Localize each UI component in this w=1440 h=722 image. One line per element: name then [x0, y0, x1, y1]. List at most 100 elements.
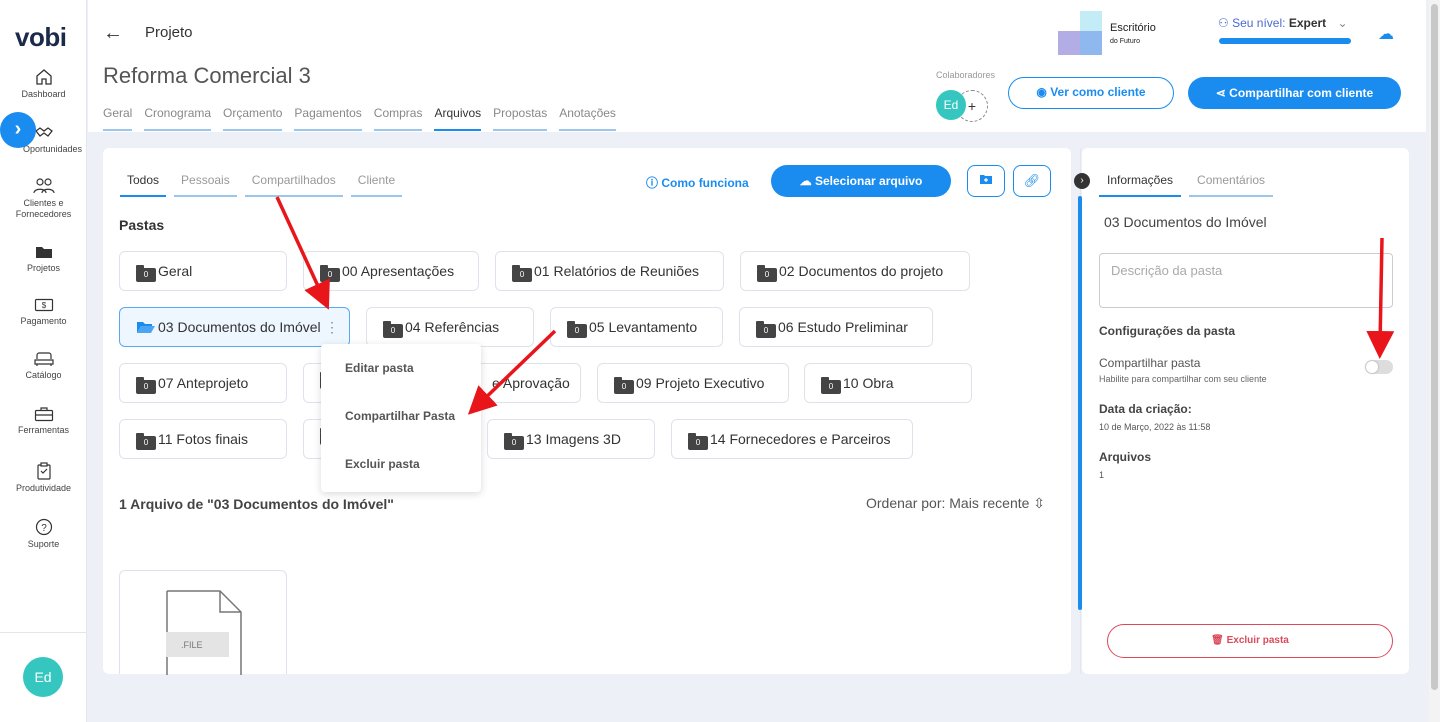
folder-item[interactable]: 0 11 Fotos finais [119, 419, 287, 459]
folder-item[interactable]: 0 06 Estudo Preliminar [739, 307, 933, 347]
toolbox-icon [34, 407, 53, 422]
user-level[interactable]: ⚇ Seu nível: Expert ⌄ [1218, 16, 1348, 30]
share-folder-toggle[interactable] [1365, 360, 1393, 374]
folder-settings-title: Configurações da pasta [1099, 324, 1236, 338]
link-button[interactable]: 🔗︎ [1013, 165, 1051, 197]
folder-name: 09 Projeto Executivo [636, 375, 765, 391]
folder-item[interactable]: 0 Geral [119, 251, 287, 291]
project-tabs: Geral Cronograma Orçamento Pagamentos Co… [103, 106, 628, 131]
more-options-icon[interactable]: ⋮ [325, 308, 339, 346]
folder-item[interactable]: 0 14 Fornecedores e Parceiros [671, 419, 913, 459]
folder-count-icon: 0 [512, 265, 532, 282]
folder-item[interactable]: 0 10 Obra [804, 363, 972, 403]
sort-label: Ordenar por: Mais recente [866, 495, 1030, 511]
new-folder-button[interactable] [967, 165, 1005, 197]
folder-icon [35, 247, 52, 258]
folder-context-menu: Editar pasta Compartilhar Pasta Excluir … [321, 344, 481, 492]
folder-count-icon: 0 [614, 377, 634, 394]
file-card[interactable]: .FILE [119, 570, 287, 675]
tab-propostas[interactable]: Propostas [493, 106, 548, 131]
sidebar-item-pagamento[interactable]: $ Pagamento [0, 297, 87, 327]
files-count-label: Arquivos [1099, 450, 1152, 464]
folder-item[interactable]: 0 01 Relatórios de Reuniões [495, 251, 724, 291]
tab-comentarios[interactable]: Comentários [1189, 173, 1274, 197]
select-file-button[interactable]: ☁ Selecionar arquivo [771, 165, 951, 197]
folder-count-icon: 0 [320, 265, 340, 282]
tab-compartilhados[interactable]: Compartilhados [244, 173, 343, 197]
sidebar-item-ferramentas[interactable]: Ferramentas [0, 406, 87, 436]
back-arrow-icon[interactable]: ← [103, 22, 123, 45]
collaborators-label: Colaboradores [936, 70, 996, 80]
folder-item[interactable]: 0 04 Referências [366, 307, 534, 347]
folder-item[interactable]: 0 09 Projeto Executivo [597, 363, 789, 403]
tab-todos[interactable]: Todos [120, 173, 167, 197]
delete-folder-button[interactable]: 🗑︎ Excluir pasta [1107, 624, 1393, 658]
files-filter-tabs: Todos Pessoais Compartilhados Cliente [120, 173, 410, 197]
collapse-panel-icon[interactable]: › [1074, 173, 1090, 189]
folder-item[interactable]: 0 05 Levantamento [550, 307, 723, 347]
view-as-client-button[interactable]: ◉ Ver como cliente [1008, 77, 1174, 109]
folder-count-icon: 0 [136, 265, 156, 282]
vobi-logo[interactable]: vobi [15, 22, 67, 53]
tab-arquivos[interactable]: Arquivos [434, 106, 482, 131]
tab-informacoes[interactable]: Informações [1099, 173, 1182, 197]
sidebar-expand-button[interactable]: › [0, 112, 36, 148]
sidebar-item-label: Suporte [27, 539, 60, 549]
delete-folder-label: Excluir pasta [1226, 635, 1289, 646]
info-tabs: Informações Comentários [1099, 173, 1281, 197]
sidebar-item-dashboard[interactable]: Dashboard [0, 68, 87, 100]
collaborator-avatar[interactable]: Ed [936, 90, 966, 120]
sidebar-item-produtividade[interactable]: Produtividade [0, 462, 87, 494]
folder-item[interactable]: 0 00 Apresentações [303, 251, 479, 291]
share-with-client-button[interactable]: ⋖ Compartilhar com cliente [1188, 77, 1401, 109]
folder-open-icon [137, 322, 155, 333]
tab-orcamento[interactable]: Orçamento [223, 106, 283, 131]
sidebar-item-label: Catálogo [25, 370, 62, 380]
folder-name: 02 Documentos do projeto [779, 263, 944, 279]
files-count-value: 1 [1099, 470, 1105, 480]
share-folder-label: Compartilhar pasta [1099, 356, 1201, 370]
tab-geral[interactable]: Geral [103, 106, 133, 131]
breadcrumb: Projeto [145, 24, 193, 41]
page-scrollbar-thumb[interactable] [1431, 4, 1438, 690]
level-progress-bar [1219, 38, 1351, 44]
sidebar-item-label: Produtividade [15, 483, 72, 493]
folder-item[interactable]: 0 13 Imagens 3D [487, 419, 655, 459]
delete-folder-menu-item[interactable]: Excluir pasta [345, 457, 420, 471]
folder-name: 07 Anteprojeto [158, 375, 249, 391]
user-avatar[interactable]: Ed [23, 657, 63, 697]
sort-dropdown[interactable]: Ordenar por: Mais recente ⇳ [866, 495, 1045, 512]
cloud-sync-icon[interactable]: ☁ [1378, 24, 1394, 44]
tab-pessoais[interactable]: Pessoais [174, 173, 237, 197]
share-folder-menu-item[interactable]: Compartilhar Pasta [345, 409, 455, 423]
selected-folder-name: 03 Documentos do Imóvel [1104, 214, 1267, 230]
sidebar-item-suporte[interactable]: ? Suporte [0, 518, 87, 550]
sidebar-item-label: Projetos [26, 263, 61, 273]
folder-count-icon: 0 [504, 433, 524, 450]
home-icon [35, 69, 52, 85]
panel-scroll-indicator[interactable] [1078, 196, 1082, 610]
folder-name: 05 Levantamento [589, 319, 698, 335]
sidebar-item-catalogo[interactable]: Catálogo [0, 351, 87, 381]
edit-folder-menu-item[interactable]: Editar pasta [345, 361, 414, 375]
trash-icon: 🗑︎ [1211, 635, 1224, 646]
how-it-works-link[interactable]: ⓘ Como funciona [646, 174, 749, 191]
tab-cliente[interactable]: Cliente [350, 173, 403, 197]
folder-item[interactable]: 0 07 Anteprojeto [119, 363, 287, 403]
tab-pagamentos[interactable]: Pagamentos [294, 106, 362, 131]
created-date-value: 10 de Março, 2022 às 11:58 [1099, 422, 1211, 432]
sidebar-item-projetos[interactable]: Projetos [0, 244, 87, 274]
chevron-right-icon: › [14, 118, 22, 140]
tab-anotacoes[interactable]: Anotações [559, 106, 616, 131]
folder-count-icon: 0 [383, 321, 403, 338]
folder-item-selected[interactable]: 03 Documentos do Imóvel ⋮ [119, 307, 350, 347]
select-file-label: Selecionar arquivo [814, 174, 923, 188]
money-icon: $ [34, 298, 53, 312]
file-icon [166, 590, 242, 675]
tab-compras[interactable]: Compras [373, 106, 423, 131]
folder-description-input[interactable]: Descrição da pasta [1099, 253, 1393, 308]
tab-cronograma[interactable]: Cronograma [144, 106, 212, 131]
folder-item[interactable]: 0 02 Documentos do projeto [740, 251, 970, 291]
sidebar-item-label: Ferramentas [17, 425, 70, 435]
sidebar-item-clientes[interactable]: Clientes e Fornecedores [0, 177, 87, 220]
